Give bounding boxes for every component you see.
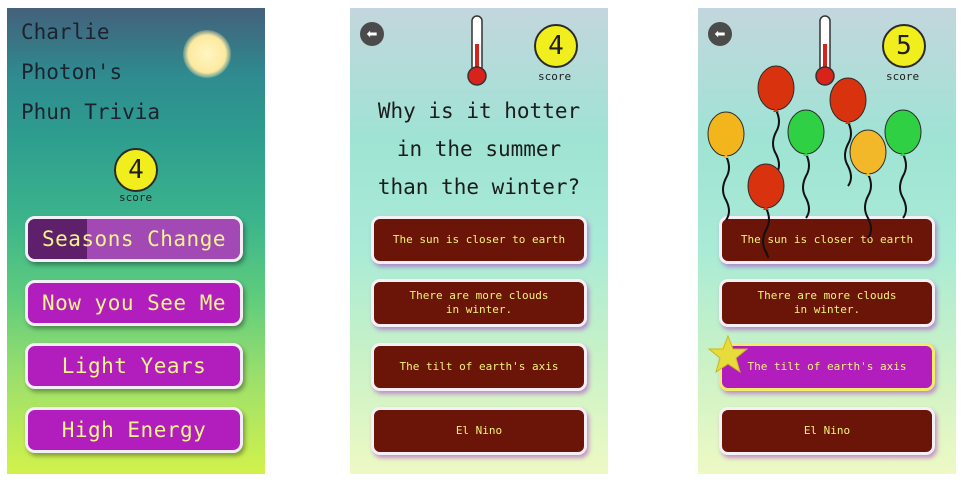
category-label: Now you See Me	[41, 291, 226, 315]
answer-button-4[interactable]: El Nino	[371, 407, 587, 455]
category-button-light-years[interactable]: Light Years	[25, 343, 243, 389]
answer-result-screen: ⬅ 5 score The sun is closer to earth The…	[698, 8, 956, 474]
question-line-1: Why is it hotter	[377, 99, 581, 123]
balloon-icon	[787, 109, 825, 219]
category-label: Light Years	[61, 354, 207, 378]
category-button-high-energy[interactable]: High Energy	[25, 407, 243, 453]
balloon-icon	[707, 111, 745, 221]
question-line-3: than the winter?	[377, 175, 581, 199]
answer-button-3[interactable]: The tilt of earth's axis	[371, 343, 587, 391]
app-title-line-3: Phun Trivia	[21, 100, 161, 124]
category-label: High Energy	[61, 418, 207, 442]
sun-icon	[183, 30, 231, 78]
score-badge: 4	[114, 148, 158, 192]
balloon-icon	[849, 129, 887, 239]
question-text: Why is it hotter in the summer than the …	[360, 92, 598, 206]
answer-button-4[interactable]: El Nino	[719, 407, 935, 455]
answer-button-1[interactable]: The sun is closer to earth	[371, 216, 587, 264]
back-arrow-icon[interactable]: ⬅	[360, 22, 384, 46]
balloon-celebration	[707, 65, 922, 258]
category-button-seasons-change[interactable]: Seasons Change	[25, 216, 243, 262]
question-line-2: in the summer	[396, 137, 562, 161]
category-button-now-you-see-me[interactable]: Now you See Me	[25, 280, 243, 326]
back-arrow-icon[interactable]: ⬅	[708, 22, 732, 46]
home-screen: Charlie Photon's Phun Trivia 4 score Sea…	[7, 8, 265, 474]
answer-button-2[interactable]: There are more clouds in winter.	[371, 279, 587, 327]
app-title-line-1: Charlie	[21, 20, 110, 44]
question-screen: ⬅ 4 score Why is it hotter in the summer…	[350, 8, 608, 474]
score-badge: 4	[534, 24, 578, 68]
balloon-icon	[884, 109, 922, 219]
score-label: score	[538, 70, 572, 83]
app-title-line-2: Photon's	[21, 60, 123, 84]
answer-button-2[interactable]: There are more clouds in winter.	[719, 279, 935, 327]
thermometer-icon	[467, 15, 487, 86]
balloon-icon	[747, 163, 785, 258]
star-icon	[708, 334, 748, 374]
answer-button-3-correct[interactable]: The tilt of earth's axis	[719, 343, 935, 391]
category-label: Seasons Change	[41, 227, 226, 251]
balloon-icon	[757, 65, 795, 175]
score-label: score	[119, 191, 153, 204]
